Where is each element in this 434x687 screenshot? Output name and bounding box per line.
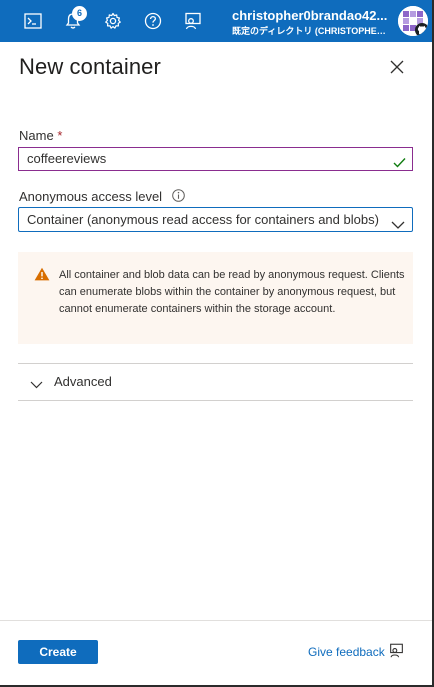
access-level-select[interactable]: Container (anonymous read access for con… xyxy=(18,207,413,232)
access-level-label: Anonymous access level xyxy=(19,188,185,205)
account-menu[interactable]: christopher0brandao42... 既定のディレクトリ (CHRI… xyxy=(232,8,392,37)
chevron-down-icon xyxy=(391,214,405,237)
info-icon[interactable] xyxy=(171,188,185,205)
advanced-label: Advanced xyxy=(54,374,112,389)
give-feedback-label: Give feedback xyxy=(308,645,385,659)
footer-divider xyxy=(0,620,432,621)
chevron-down-icon xyxy=(30,376,43,394)
close-icon xyxy=(390,60,404,74)
warning-message: All container and blob data can be read … xyxy=(18,252,413,344)
warning-text: All container and blob data can be read … xyxy=(59,269,405,315)
top-bar: 6 christopher0brandao42... 既定のディレクトリ (CH… xyxy=(0,0,432,42)
required-asterisk: * xyxy=(57,128,63,143)
access-level-value: Container (anonymous read access for con… xyxy=(27,212,379,227)
notification-badge: 6 xyxy=(72,6,87,21)
access-level-label-text: Anonymous access level xyxy=(19,189,163,204)
notifications-button[interactable]: 6 xyxy=(61,6,87,33)
divider xyxy=(18,400,413,401)
feedback-icon xyxy=(389,644,403,658)
name-input[interactable]: coffeereviews xyxy=(18,147,413,171)
account-name: christopher0brandao42... xyxy=(232,8,388,23)
name-label: Name * xyxy=(19,128,62,143)
page-title: New container xyxy=(19,54,161,79)
name-label-text: Name xyxy=(19,128,54,143)
create-button[interactable]: Create xyxy=(18,640,98,664)
check-icon xyxy=(393,153,406,175)
account-directory: 既定のディレクトリ (CHRISTOPHER0... xyxy=(232,26,392,36)
gear-icon[interactable] xyxy=(101,9,125,33)
name-input-value: coffeereviews xyxy=(27,151,107,166)
close-button[interactable] xyxy=(385,55,409,79)
feedback-icon[interactable] xyxy=(181,9,205,33)
cloud-shell-icon[interactable] xyxy=(21,9,45,33)
give-feedback-link[interactable]: Give feedback xyxy=(308,644,404,659)
avatar[interactable] xyxy=(398,6,428,36)
new-container-blade: 6 christopher0brandao42... 既定のディレクトリ (CH… xyxy=(0,0,434,687)
warning-icon xyxy=(34,267,50,286)
advanced-section-toggle[interactable]: Advanced xyxy=(18,364,413,400)
help-icon[interactable] xyxy=(141,9,165,33)
